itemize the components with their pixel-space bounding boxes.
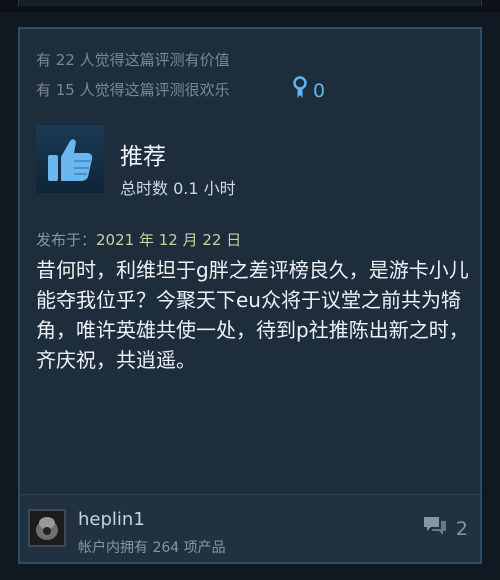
- helpful-count-text: 有 22 人觉得这篇评测有价值: [36, 51, 230, 69]
- comment-count: 2: [455, 517, 468, 540]
- award-button[interactable]: 0: [292, 76, 325, 105]
- comments-button[interactable]: 2: [422, 515, 468, 542]
- posted-date: 发布于：2021 年 12 月 22 日: [36, 229, 241, 250]
- award-ribbon-icon: [292, 76, 308, 105]
- posted-date-value: 2021 年 12 月 22 日: [96, 231, 242, 249]
- recommendation-title[interactable]: 推荐: [120, 137, 166, 171]
- review-author-bar: heplin1 帐户内拥有 264 项产品 2: [18, 494, 482, 564]
- avatar[interactable]: [28, 509, 66, 547]
- review-body: 昔何时，利维坦于g胖之差评榜良久，是游卡小儿能夺我位乎？今聚天下eu众将于议堂之…: [36, 258, 469, 372]
- author-username[interactable]: heplin1: [78, 509, 145, 530]
- comment-bubble-icon: [422, 515, 448, 542]
- award-count: 0: [313, 79, 326, 102]
- previous-review-edge: [0, 0, 500, 12]
- review-card: 有 22 人觉得这篇评测有价值 有 15 人觉得这篇评测很欢乐 0 推荐 总时数…: [18, 27, 482, 494]
- posted-label: 发布于：: [36, 231, 97, 249]
- thumbs-up-icon[interactable]: [36, 125, 104, 193]
- author-products-count: 帐户内拥有 264 项产品: [78, 540, 226, 556]
- funny-count-text: 有 15 人觉得这篇评测很欢乐: [36, 81, 230, 99]
- playtime-hours: 总时数 0.1 小时: [120, 179, 236, 198]
